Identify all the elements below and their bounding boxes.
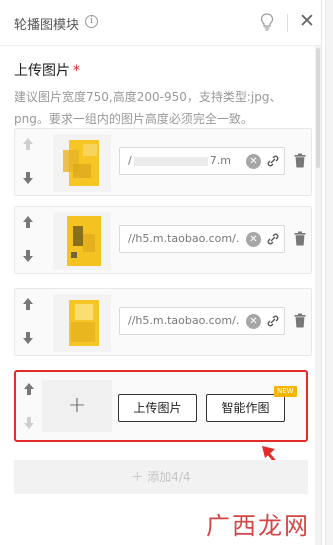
image-url-suffix: 7.m bbox=[209, 154, 231, 167]
clear-icon[interactable]: ✕ bbox=[246, 314, 261, 329]
plus-icon: + bbox=[67, 393, 87, 418]
image-row-2: //h5.m.taobao.com/. ✕ bbox=[14, 206, 312, 274]
clear-icon[interactable]: ✕ bbox=[246, 154, 261, 169]
image-url-text: //h5.m.taobao.com/. bbox=[128, 314, 240, 327]
upload-section-title: 上传图片 * bbox=[14, 60, 80, 80]
window-scrollbar[interactable] bbox=[325, 0, 333, 545]
arrow-up-icon[interactable] bbox=[21, 297, 35, 311]
upload-section-label: 上传图片 bbox=[14, 63, 70, 79]
link-icon[interactable] bbox=[266, 153, 280, 169]
image-row-1: / 7.m ✕ bbox=[14, 128, 312, 196]
panel-title: 轮播图模块 bbox=[14, 18, 80, 33]
link-icon[interactable] bbox=[266, 231, 280, 247]
arrow-down-icon[interactable] bbox=[21, 331, 35, 345]
close-icon[interactable]: ✕ bbox=[297, 9, 317, 33]
arrow-down-icon[interactable] bbox=[21, 249, 35, 263]
new-badge: NEW bbox=[274, 386, 297, 397]
arrow-down-icon[interactable] bbox=[22, 416, 36, 430]
new-image-row: + 上传图片 智能作图 NEW bbox=[14, 370, 308, 442]
image-url-field[interactable]: / 7.m ✕ bbox=[119, 147, 285, 175]
image-url-prefix: / bbox=[128, 154, 132, 167]
smart-design-button[interactable]: 智能作图 bbox=[206, 394, 285, 422]
link-icon[interactable] bbox=[266, 313, 280, 329]
image-url-text: / 7.m bbox=[128, 154, 246, 170]
info-icon[interactable]: i bbox=[85, 15, 98, 28]
image-thumbnail[interactable] bbox=[53, 134, 111, 192]
arrow-down-icon[interactable] bbox=[21, 171, 35, 185]
arrow-up-icon[interactable] bbox=[21, 137, 35, 151]
trash-icon[interactable] bbox=[294, 153, 306, 168]
lightbulb-icon[interactable] bbox=[259, 12, 275, 32]
image-thumbnail[interactable] bbox=[53, 294, 111, 352]
panel-scrollbar-thumb[interactable] bbox=[316, 48, 320, 168]
url-redaction-blur bbox=[133, 156, 208, 166]
upload-image-button[interactable]: 上传图片 bbox=[118, 394, 197, 422]
carousel-module-panel: 轮播图模块 i ✕ 上传图片 * 建议图片宽度750,高度200-950，支持类型… bbox=[0, 0, 322, 545]
arrow-up-icon[interactable] bbox=[22, 382, 36, 396]
image-placeholder[interactable]: + bbox=[42, 380, 112, 432]
arrow-up-icon[interactable] bbox=[21, 215, 35, 229]
header-divider bbox=[287, 14, 288, 32]
image-url-field[interactable]: //h5.m.taobao.com/. ✕ bbox=[119, 225, 285, 253]
required-mark: * bbox=[73, 63, 80, 79]
trash-icon[interactable] bbox=[294, 231, 306, 246]
watermark: 广西龙网 bbox=[206, 512, 310, 540]
trash-icon[interactable] bbox=[294, 313, 306, 328]
image-thumbnail[interactable] bbox=[53, 212, 111, 270]
clear-icon[interactable]: ✕ bbox=[246, 232, 261, 247]
upload-hint: 建议图片宽度750,高度200-950，支持类型:jpg、png。要求一组内的图… bbox=[14, 90, 282, 126]
image-url-text: //h5.m.taobao.com/. bbox=[128, 232, 240, 245]
panel-scrollbar[interactable] bbox=[315, 46, 321, 545]
image-row-3: //h5.m.taobao.com/. ✕ bbox=[14, 288, 312, 356]
image-url-field[interactable]: //h5.m.taobao.com/. ✕ bbox=[119, 307, 285, 335]
add-image-button[interactable]: ＋ 添加4/4 bbox=[14, 460, 308, 494]
panel-header: 轮播图模块 i ✕ bbox=[0, 0, 322, 46]
